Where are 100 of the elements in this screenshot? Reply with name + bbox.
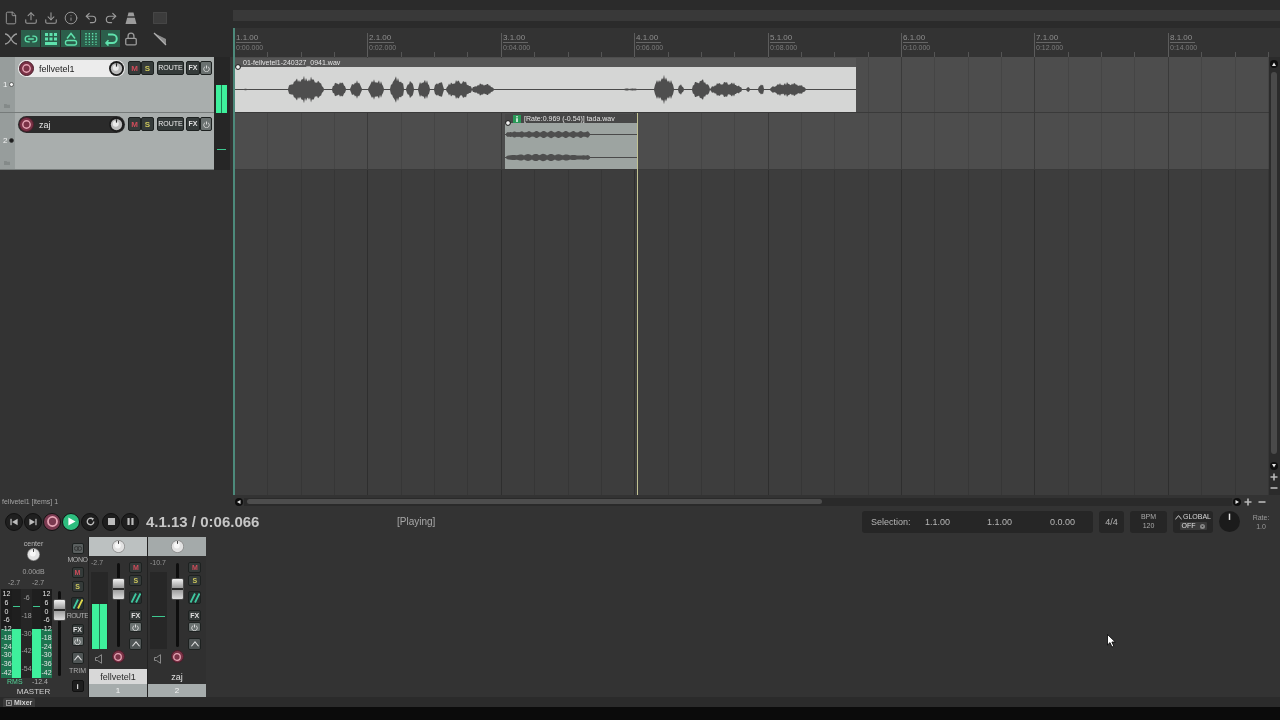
record-arm-button[interactable] — [19, 117, 34, 132]
diagonal-stripes-icon — [189, 592, 200, 603]
play-state-label: [Playing] — [397, 515, 436, 528]
record-button[interactable] — [43, 512, 61, 531]
selection-start[interactable]: 1.1.00 — [925, 516, 987, 527]
volume-knob[interactable] — [109, 61, 124, 76]
track-name[interactable]: zaj — [39, 119, 109, 130]
zoom-in-button[interactable] — [1244, 497, 1252, 506]
trapezoid-icon — [124, 10, 138, 25]
ring-icon — [46, 516, 58, 527]
selection-end[interactable]: 1.1.00 — [987, 516, 1050, 527]
time-signature-button[interactable]: 4/4 — [1099, 510, 1124, 533]
record-arm-button[interactable] — [171, 650, 184, 663]
info-button[interactable]: i — [71, 680, 84, 692]
pause-button[interactable] — [121, 512, 139, 531]
volume-knob[interactable] — [109, 117, 124, 132]
fx-bypass-button[interactable] — [129, 622, 143, 632]
u-turn-arrow-icon — [103, 31, 118, 46]
fader-track[interactable] — [52, 591, 67, 676]
toolbar-toggle[interactable] — [81, 30, 101, 47]
redo-icon — [104, 10, 118, 25]
solo-button[interactable]: S — [141, 117, 154, 131]
arrow-icon — [235, 497, 243, 506]
chevron-up-icon — [190, 641, 199, 647]
track-name-bar[interactable]: fellvetel1 — [18, 60, 125, 77]
ruler-bar-label: 3.1.00 — [503, 33, 529, 43]
diagonal-stripes-icon — [130, 592, 141, 603]
ruler-bar-label: 6.1.00 — [903, 33, 929, 43]
channel-name[interactable]: fellvetel1 — [89, 669, 147, 684]
skip-forward-icon — [29, 517, 37, 526]
envelope-button[interactable] — [71, 652, 84, 664]
chevron-up-icon — [73, 655, 82, 661]
scroll-left-button[interactable] — [235, 497, 243, 506]
power-icon — [202, 64, 210, 72]
stop-icon — [107, 518, 115, 525]
mouse-pointer-icon — [1107, 634, 1116, 648]
stop-button[interactable] — [102, 512, 120, 531]
record-arm-button[interactable] — [112, 650, 125, 663]
overlapping-circles-icon — [73, 546, 82, 551]
scrollbar-thumb[interactable] — [247, 499, 822, 504]
track-dot-icon — [9, 138, 15, 143]
track-name-bar[interactable]: zaj — [18, 116, 125, 133]
skip-back-icon — [10, 517, 18, 526]
route-button[interactable] — [129, 591, 143, 604]
file-icon — [4, 10, 18, 25]
circle-caret-icon — [1199, 523, 1205, 529]
route-button[interactable] — [188, 591, 202, 604]
selection-length[interactable]: 0.0.00 — [1050, 516, 1076, 527]
route-button[interactable] — [71, 597, 84, 610]
power-icon — [202, 120, 210, 128]
ring-icon — [114, 652, 123, 661]
fader-track[interactable] — [170, 563, 185, 647]
track-name[interactable]: fellvetel1 — [39, 63, 109, 74]
envelope-button[interactable] — [188, 638, 202, 650]
grid-icon — [43, 31, 58, 46]
scroll-down-button[interactable] — [1270, 462, 1278, 470]
speaker-icon — [154, 654, 162, 664]
crossing-curves-icon — [3, 31, 18, 46]
fx-bypass-button[interactable] — [200, 117, 212, 131]
chevron-up-icon — [131, 641, 140, 647]
play-icon — [66, 517, 76, 526]
go-to-start-button[interactable] — [5, 512, 23, 531]
record-arm-button[interactable] — [19, 61, 34, 76]
repeat-icon — [85, 517, 95, 526]
master-label: MASTER — [16, 687, 51, 697]
fx-bypass-button[interactable] — [188, 622, 202, 632]
power-icon — [132, 623, 140, 631]
go-to-end-button[interactable] — [24, 512, 42, 531]
fader-thumb[interactable] — [171, 577, 184, 600]
download-icon — [44, 10, 58, 25]
scroll-right-button[interactable] — [1233, 497, 1241, 506]
handle-dot-icon — [235, 64, 241, 70]
fader-thumb[interactable] — [112, 577, 125, 600]
ring-icon — [22, 120, 31, 129]
zoom-in-button[interactable] — [1270, 473, 1278, 481]
horizontal-scrollbar[interactable] — [244, 497, 1232, 506]
play-button[interactable] — [62, 512, 80, 531]
handle-dot-icon — [505, 120, 511, 126]
track-dot-icon — [9, 82, 15, 87]
chevron-up-icon — [1175, 514, 1182, 520]
envelope-button[interactable] — [129, 638, 143, 650]
fx-bypass-button[interactable] — [71, 636, 84, 646]
plus-icon — [1270, 473, 1278, 481]
fader-track[interactable] — [111, 563, 126, 647]
ruler-bar-label: 8.1.00 — [1170, 33, 1196, 43]
scroll-up-button[interactable] — [1270, 60, 1278, 68]
zoom-out-button[interactable] — [1270, 484, 1278, 492]
toolbar-toggle[interactable] — [101, 30, 121, 47]
solo-button[interactable]: S — [141, 61, 154, 75]
repeat-button[interactable] — [81, 512, 99, 531]
toolbar-toggle[interactable] — [61, 30, 81, 47]
fader-thumb[interactable] — [53, 599, 66, 622]
fx-bypass-button[interactable] — [200, 61, 212, 75]
pan-knob[interactable] — [27, 548, 40, 561]
ring-icon — [173, 652, 182, 661]
toolbar-toggle[interactable] — [21, 30, 41, 47]
ruler-bar-label: 5.1.00 — [770, 33, 796, 43]
scrollbar-thumb[interactable] — [1271, 72, 1277, 454]
toolbar-toggle[interactable] — [41, 30, 61, 47]
mono-button[interactable] — [71, 543, 84, 554]
